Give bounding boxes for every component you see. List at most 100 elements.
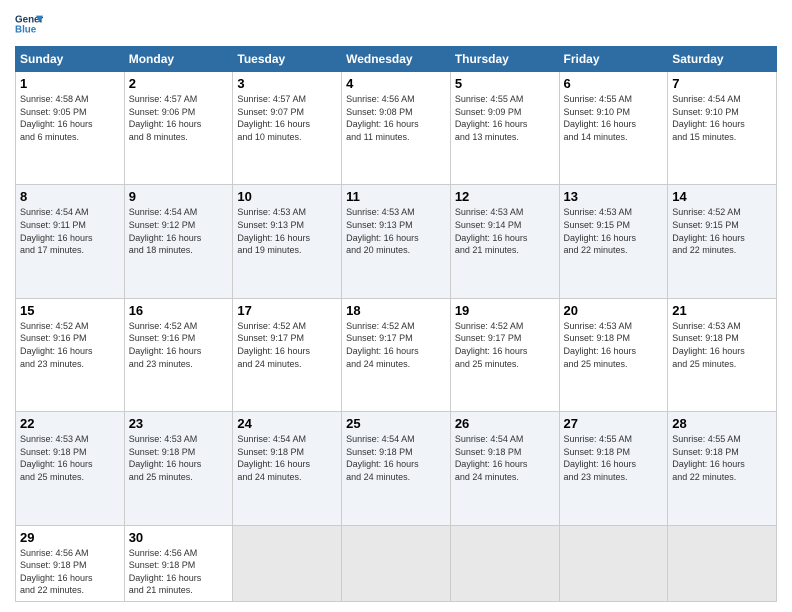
day-info: Sunrise: 4:53 AM Sunset: 9:13 PM Dayligh…	[237, 206, 337, 256]
calendar-cell: 13 Sunrise: 4:53 AM Sunset: 9:15 PM Dayli…	[559, 185, 668, 298]
calendar-cell: 20 Sunrise: 4:53 AM Sunset: 9:18 PM Dayli…	[559, 298, 668, 411]
day-number: 13	[564, 189, 664, 204]
svg-text:Blue: Blue	[15, 24, 37, 35]
calendar-cell: 23 Sunrise: 4:53 AM Sunset: 9:18 PM Dayli…	[124, 412, 233, 525]
day-info: Sunrise: 4:54 AM Sunset: 9:18 PM Dayligh…	[346, 433, 446, 483]
day-info: Sunrise: 4:52 AM Sunset: 9:17 PM Dayligh…	[237, 320, 337, 370]
page: General Blue SundayMondayTuesdayWednesda…	[0, 0, 792, 612]
day-info: Sunrise: 4:56 AM Sunset: 9:18 PM Dayligh…	[20, 547, 120, 597]
day-info: Sunrise: 4:53 AM Sunset: 9:15 PM Dayligh…	[564, 206, 664, 256]
weekday-header: Monday	[124, 47, 233, 72]
calendar-cell	[559, 525, 668, 601]
day-info: Sunrise: 4:53 AM Sunset: 9:18 PM Dayligh…	[672, 320, 772, 370]
header: General Blue	[15, 10, 777, 38]
weekday-header: Friday	[559, 47, 668, 72]
day-number: 24	[237, 416, 337, 431]
day-info: Sunrise: 4:55 AM Sunset: 9:18 PM Dayligh…	[564, 433, 664, 483]
day-info: Sunrise: 4:53 AM Sunset: 9:14 PM Dayligh…	[455, 206, 555, 256]
weekday-header: Thursday	[450, 47, 559, 72]
day-number: 29	[20, 530, 120, 545]
day-number: 30	[129, 530, 229, 545]
calendar-header: SundayMondayTuesdayWednesdayThursdayFrid…	[16, 47, 777, 72]
calendar-body: 1Sunrise: 4:58 AM Sunset: 9:05 PM Daylig…	[16, 72, 777, 602]
day-info: Sunrise: 4:58 AM Sunset: 9:05 PM Dayligh…	[20, 93, 120, 143]
logo-icon: General Blue	[15, 10, 43, 38]
calendar-cell: 2Sunrise: 4:57 AM Sunset: 9:06 PM Daylig…	[124, 72, 233, 185]
day-info: Sunrise: 4:55 AM Sunset: 9:09 PM Dayligh…	[455, 93, 555, 143]
calendar-cell: 17 Sunrise: 4:52 AM Sunset: 9:17 PM Dayli…	[233, 298, 342, 411]
day-info: Sunrise: 4:53 AM Sunset: 9:18 PM Dayligh…	[564, 320, 664, 370]
day-number: 20	[564, 303, 664, 318]
day-number: 12	[455, 189, 555, 204]
day-number: 14	[672, 189, 772, 204]
calendar-cell: 12 Sunrise: 4:53 AM Sunset: 9:14 PM Dayli…	[450, 185, 559, 298]
calendar-cell: 19 Sunrise: 4:52 AM Sunset: 9:17 PM Dayli…	[450, 298, 559, 411]
calendar-cell: 7 Sunrise: 4:54 AM Sunset: 9:10 PM Daylig…	[668, 72, 777, 185]
day-info: Sunrise: 4:56 AM Sunset: 9:08 PM Dayligh…	[346, 93, 446, 143]
calendar-table: SundayMondayTuesdayWednesdayThursdayFrid…	[15, 46, 777, 602]
calendar-cell	[450, 525, 559, 601]
day-number: 15	[20, 303, 120, 318]
day-info: Sunrise: 4:52 AM Sunset: 9:16 PM Dayligh…	[129, 320, 229, 370]
day-info: Sunrise: 4:53 AM Sunset: 9:18 PM Dayligh…	[20, 433, 120, 483]
day-number: 10	[237, 189, 337, 204]
logo: General Blue	[15, 10, 47, 38]
day-info: Sunrise: 4:55 AM Sunset: 9:18 PM Dayligh…	[672, 433, 772, 483]
day-number: 23	[129, 416, 229, 431]
calendar-cell: 26 Sunrise: 4:54 AM Sunset: 9:18 PM Dayli…	[450, 412, 559, 525]
day-info: Sunrise: 4:54 AM Sunset: 9:12 PM Dayligh…	[129, 206, 229, 256]
day-info: Sunrise: 4:57 AM Sunset: 9:07 PM Dayligh…	[237, 93, 337, 143]
calendar-cell: 18Sunrise: 4:52 AM Sunset: 9:17 PM Dayli…	[342, 298, 451, 411]
calendar-cell: 28 Sunrise: 4:55 AM Sunset: 9:18 PM Dayli…	[668, 412, 777, 525]
day-info: Sunrise: 4:53 AM Sunset: 9:13 PM Dayligh…	[346, 206, 446, 256]
calendar-cell: 6 Sunrise: 4:55 AM Sunset: 9:10 PM Daylig…	[559, 72, 668, 185]
day-number: 27	[564, 416, 664, 431]
day-number: 2	[129, 76, 229, 91]
calendar-cell	[342, 525, 451, 601]
day-number: 18	[346, 303, 446, 318]
weekday-header: Tuesday	[233, 47, 342, 72]
calendar-cell: 24 Sunrise: 4:54 AM Sunset: 9:18 PM Dayli…	[233, 412, 342, 525]
day-number: 8	[20, 189, 120, 204]
weekday-header: Sunday	[16, 47, 125, 72]
day-number: 11	[346, 189, 446, 204]
day-number: 17	[237, 303, 337, 318]
day-info: Sunrise: 4:54 AM Sunset: 9:18 PM Dayligh…	[237, 433, 337, 483]
day-info: Sunrise: 4:52 AM Sunset: 9:15 PM Dayligh…	[672, 206, 772, 256]
weekday-header: Saturday	[668, 47, 777, 72]
day-number: 26	[455, 416, 555, 431]
day-number: 19	[455, 303, 555, 318]
day-info: Sunrise: 4:52 AM Sunset: 9:16 PM Dayligh…	[20, 320, 120, 370]
calendar-cell: 16 Sunrise: 4:52 AM Sunset: 9:16 PM Dayli…	[124, 298, 233, 411]
day-info: Sunrise: 4:52 AM Sunset: 9:17 PM Dayligh…	[455, 320, 555, 370]
day-number: 7	[672, 76, 772, 91]
calendar-cell: 22 Sunrise: 4:53 AM Sunset: 9:18 PM Dayli…	[16, 412, 125, 525]
calendar-cell: 30 Sunrise: 4:56 AM Sunset: 9:18 PM Dayli…	[124, 525, 233, 601]
calendar-cell: 8 Sunrise: 4:54 AM Sunset: 9:11 PM Daylig…	[16, 185, 125, 298]
day-number: 6	[564, 76, 664, 91]
calendar-cell: 1Sunrise: 4:58 AM Sunset: 9:05 PM Daylig…	[16, 72, 125, 185]
day-info: Sunrise: 4:54 AM Sunset: 9:11 PM Dayligh…	[20, 206, 120, 256]
calendar-cell: 9 Sunrise: 4:54 AM Sunset: 9:12 PM Daylig…	[124, 185, 233, 298]
calendar-cell	[668, 525, 777, 601]
day-number: 5	[455, 76, 555, 91]
day-info: Sunrise: 4:55 AM Sunset: 9:10 PM Dayligh…	[564, 93, 664, 143]
calendar-cell: 3 Sunrise: 4:57 AM Sunset: 9:07 PM Daylig…	[233, 72, 342, 185]
day-number: 3	[237, 76, 337, 91]
calendar-cell: 29 Sunrise: 4:56 AM Sunset: 9:18 PM Dayli…	[16, 525, 125, 601]
calendar-cell: 14 Sunrise: 4:52 AM Sunset: 9:15 PM Dayli…	[668, 185, 777, 298]
calendar-cell: 11 Sunrise: 4:53 AM Sunset: 9:13 PM Dayli…	[342, 185, 451, 298]
day-number: 4	[346, 76, 446, 91]
day-info: Sunrise: 4:54 AM Sunset: 9:18 PM Dayligh…	[455, 433, 555, 483]
calendar-cell: 27 Sunrise: 4:55 AM Sunset: 9:18 PM Dayli…	[559, 412, 668, 525]
day-number: 21	[672, 303, 772, 318]
calendar-cell: 25Sunrise: 4:54 AM Sunset: 9:18 PM Dayli…	[342, 412, 451, 525]
calendar-cell: 5 Sunrise: 4:55 AM Sunset: 9:09 PM Daylig…	[450, 72, 559, 185]
day-number: 9	[129, 189, 229, 204]
day-info: Sunrise: 4:56 AM Sunset: 9:18 PM Dayligh…	[129, 547, 229, 597]
day-number: 16	[129, 303, 229, 318]
day-number: 22	[20, 416, 120, 431]
day-info: Sunrise: 4:53 AM Sunset: 9:18 PM Dayligh…	[129, 433, 229, 483]
day-info: Sunrise: 4:54 AM Sunset: 9:10 PM Dayligh…	[672, 93, 772, 143]
day-number: 28	[672, 416, 772, 431]
